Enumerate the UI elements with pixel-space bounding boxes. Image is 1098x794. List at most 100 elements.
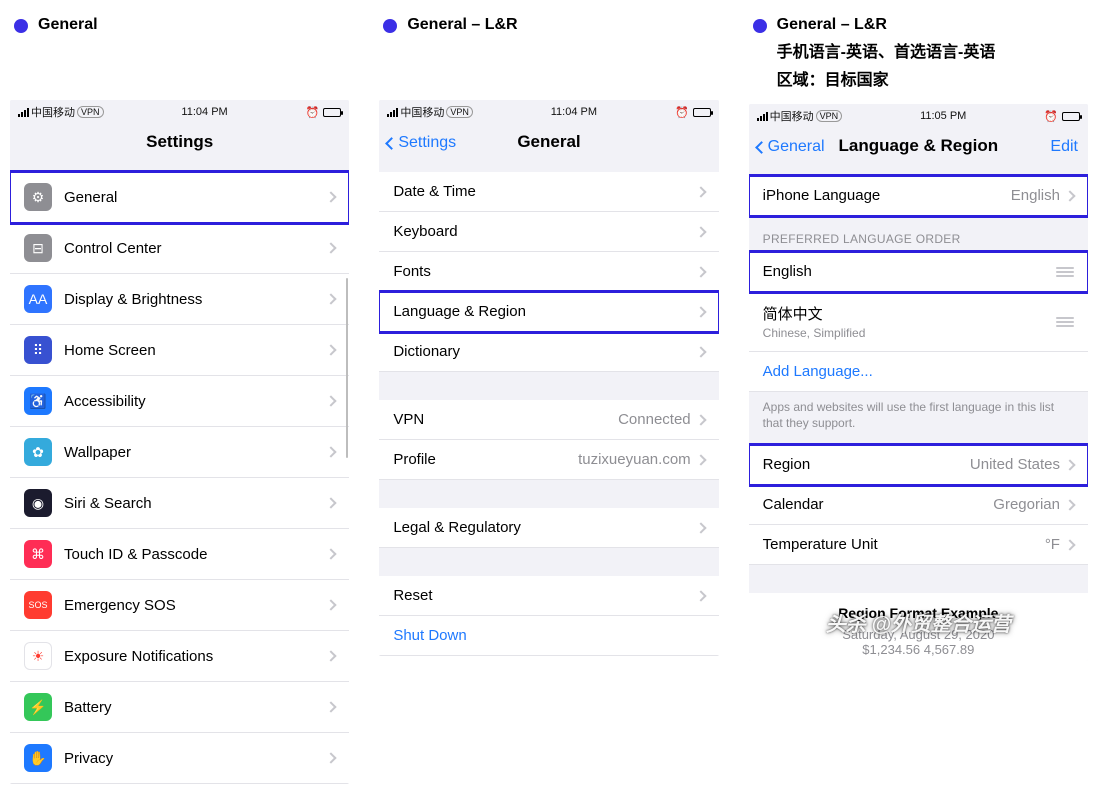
pref-lang--[interactable]: 简体中文 Chinese, Simplified — [749, 292, 1088, 352]
row-label: Reset — [393, 587, 432, 604]
row-label: VPN — [393, 411, 424, 428]
row-label: Calendar — [763, 496, 824, 513]
general-row-language-region[interactable]: Language & Region — [379, 292, 718, 332]
row-value: Connected — [618, 411, 691, 428]
carrier: 中国移动 — [31, 104, 75, 120]
general-row-keyboard[interactable]: Keyboard — [379, 212, 718, 252]
back-button[interactable]: General — [757, 138, 825, 156]
row-value: United States — [970, 456, 1060, 473]
row-label: 简体中文 — [763, 303, 823, 324]
vpn-badge-icon: VPN — [446, 106, 473, 118]
column-3: General – L&R 手机语言-英语、首选语言-英语 区域：目标国家 中国… — [749, 10, 1088, 784]
settings-row-general[interactable]: ⚙General — [10, 172, 349, 223]
settings-row-display-brightness[interactable]: AADisplay & Brightness — [10, 274, 349, 325]
general-row-reset[interactable]: Reset — [379, 576, 718, 616]
row-label: Profile — [393, 451, 436, 468]
edit-button[interactable]: Edit — [1050, 138, 1078, 156]
phone-settings: 中国移动 VPN 11:04 PM ⏰ Settings ⚙General⊟Co… — [10, 100, 349, 784]
alarm-icon: ⏰ — [306, 106, 320, 119]
settings-row-emergency-sos[interactable]: SOSEmergency SOS — [10, 580, 349, 631]
carrier: 中国移动 — [400, 104, 444, 120]
region-row-calendar[interactable]: CalendarGregorian — [749, 485, 1088, 525]
battery-icon — [323, 108, 341, 117]
signal-icon — [757, 112, 768, 121]
accessibility-icon: ♿ — [24, 387, 52, 415]
chevron-right-icon — [695, 346, 706, 357]
nav-title: Language & Region — [839, 136, 999, 156]
col3-sub1: 手机语言-英语、首选语言-英语 — [777, 38, 996, 62]
settings-row-privacy[interactable]: ✋Privacy — [10, 733, 349, 784]
chevron-right-icon — [1064, 499, 1075, 510]
status-time: 11:04 PM — [181, 106, 227, 118]
chevron-right-icon — [326, 191, 337, 202]
chevron-right-icon — [326, 599, 337, 610]
row-label: Privacy — [64, 750, 113, 767]
home-screen-icon: ⠿ — [24, 336, 52, 364]
gear-icon: ⚙ — [24, 183, 52, 211]
general-row-shut-down[interactable]: Shut Down — [379, 616, 718, 656]
battery-icon: ⚡ — [24, 693, 52, 721]
chevron-right-icon — [695, 186, 706, 197]
settings-row-siri-search[interactable]: ◉Siri & Search — [10, 478, 349, 529]
row-label: Region — [763, 456, 811, 473]
general-row-fonts[interactable]: Fonts — [379, 252, 718, 292]
alarm-icon: ⏰ — [1044, 110, 1058, 123]
chevron-right-icon — [326, 293, 337, 304]
col3-header: General – L&R 手机语言-英语、首选语言-英语 区域：目标国家 — [749, 10, 1088, 104]
column-1: General 中国移动 VPN 11:04 PM ⏰ Settings ⚙Ge… — [10, 10, 349, 784]
row-label: Fonts — [393, 263, 431, 280]
chevron-right-icon — [1064, 459, 1075, 470]
row-label: Language & Region — [393, 303, 526, 320]
row-sublabel: Chinese, Simplified — [763, 326, 866, 340]
chevron-right-icon — [695, 266, 706, 277]
nav-title: Settings — [146, 132, 213, 152]
row-label: Temperature Unit — [763, 536, 878, 553]
back-label: Settings — [398, 134, 456, 152]
general-row-dictionary[interactable]: Dictionary — [379, 332, 718, 372]
status-bar: 中国移动 VPN 11:05 PM ⏰ — [749, 104, 1088, 128]
row-label: Touch ID & Passcode — [64, 546, 207, 563]
reorder-handle-icon[interactable] — [1056, 317, 1074, 327]
bullet-icon — [753, 19, 767, 33]
col1-title: General — [38, 16, 98, 34]
col3-sub2: 区域：目标国家 — [777, 66, 996, 90]
reorder-handle-icon[interactable] — [1056, 267, 1074, 277]
row-label: Home Screen — [64, 342, 156, 359]
sos-icon: SOS — [24, 591, 52, 619]
siri-icon: ◉ — [24, 489, 52, 517]
bullet-icon — [383, 19, 397, 33]
chevron-right-icon — [326, 548, 337, 559]
settings-row-touch-id-passcode[interactable]: ⌘Touch ID & Passcode — [10, 529, 349, 580]
column-2: General – L&R 中国移动 VPN 11:04 PM ⏰ Settin… — [379, 10, 718, 784]
settings-row-wallpaper[interactable]: ✿Wallpaper — [10, 427, 349, 478]
add-language-label: Add Language... — [763, 363, 873, 380]
settings-row-exposure-notifications[interactable]: ☀Exposure Notifications — [10, 631, 349, 682]
settings-row-control-center[interactable]: ⊟Control Center — [10, 223, 349, 274]
region-row-temperature-unit[interactable]: Temperature Unit °F — [749, 525, 1088, 565]
general-row-vpn[interactable]: VPN Connected — [379, 400, 718, 440]
watermark: 头杀 @外贸整合运营 — [826, 608, 1011, 637]
carrier: 中国移动 — [770, 108, 814, 124]
pref-lang-english[interactable]: English — [749, 252, 1088, 292]
region-row-region[interactable]: Region United States — [749, 445, 1088, 485]
add-language-button[interactable]: Add Language... — [749, 352, 1088, 392]
col2-title: General – L&R — [407, 16, 517, 34]
general-row-legal-regulatory[interactable]: Legal & Regulatory — [379, 508, 718, 548]
exposure-icon: ☀ — [24, 642, 52, 670]
general-row-profile[interactable]: Profiletuzixueyuan.com — [379, 440, 718, 480]
status-time: 11:04 PM — [551, 106, 597, 118]
chevron-right-icon — [695, 454, 706, 465]
vpn-badge-icon: VPN — [816, 110, 843, 122]
row-iphone-language[interactable]: iPhone Language English — [749, 176, 1088, 216]
nav-bar: General Language & Region Edit — [749, 128, 1088, 166]
back-button[interactable]: Settings — [387, 134, 456, 152]
chevron-right-icon — [1064, 190, 1075, 201]
chevron-right-icon — [326, 497, 337, 508]
row-value: °F — [1045, 536, 1060, 553]
settings-row-home-screen[interactable]: ⠿ Home Screen — [10, 325, 349, 376]
chevron-right-icon — [695, 522, 706, 533]
row-label: Legal & Regulatory — [393, 519, 521, 536]
display-icon: AA — [24, 285, 52, 313]
general-row-date-time[interactable]: Date & Time — [379, 172, 718, 212]
settings-row-accessibility[interactable]: ♿Accessibility — [10, 376, 349, 427]
